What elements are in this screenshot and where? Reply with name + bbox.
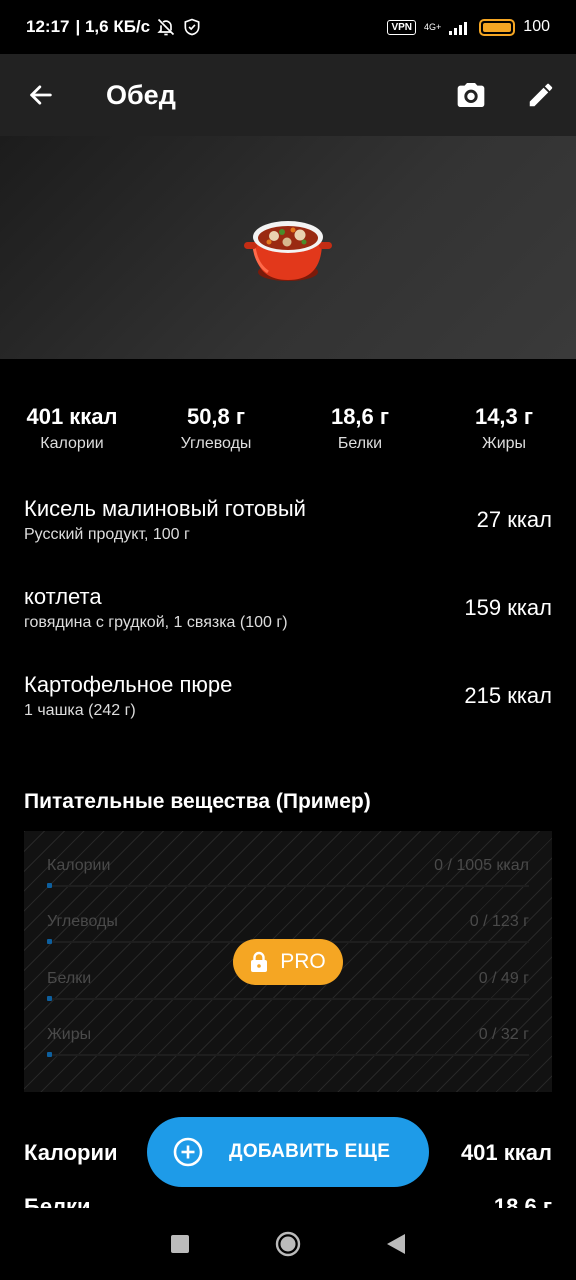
app-bar: Обед bbox=[0, 54, 576, 136]
food-calories: 215 ккал bbox=[464, 683, 552, 708]
camera-button[interactable] bbox=[436, 54, 506, 136]
meal-image bbox=[0, 136, 576, 359]
status-right: VPN 4G+ 100 bbox=[387, 18, 550, 36]
nutrient-row-fat: Жиры 0 / 32 г bbox=[47, 1026, 529, 1066]
status-left: 12:17 | 1,6 КБ/с bbox=[26, 17, 202, 37]
food-item[interactable]: Картофельное пюре 1 чашка (242 г) 215 кк… bbox=[24, 672, 552, 720]
page-title: Обед bbox=[106, 79, 176, 110]
nutrient-label: Калории bbox=[47, 857, 111, 874]
battery-percent: 100 bbox=[523, 18, 550, 35]
network-type: 4G+ bbox=[424, 21, 442, 32]
pro-unlock-button[interactable]: PRO bbox=[233, 939, 343, 985]
macro-label: Белки bbox=[337, 435, 383, 452]
nutrient-progress-fill bbox=[47, 883, 52, 888]
macro-label: Углеводы bbox=[180, 435, 252, 452]
nutrient-value: 0 / 49 г bbox=[478, 970, 529, 987]
macro-carbs: 50,8 г Углеводы bbox=[144, 404, 288, 453]
food-description: говядина с грудкой, 1 связка (100 г) bbox=[24, 614, 288, 631]
macro-value: 14,3 г bbox=[474, 404, 534, 429]
system-nav-bar bbox=[0, 1208, 576, 1280]
macros-summary: 401 ккал Калории 50,8 г Углеводы 18,6 г … bbox=[0, 404, 576, 453]
nutrient-value: 0 / 1005 ккал bbox=[434, 857, 529, 874]
nutrient-progress-track bbox=[47, 885, 529, 887]
home-button[interactable] bbox=[275, 1231, 301, 1257]
pencil-icon bbox=[529, 83, 553, 107]
nutrient-value: 0 / 32 г bbox=[478, 1026, 529, 1043]
nutrient-label: Жиры bbox=[47, 1026, 92, 1043]
macro-label: Калории bbox=[40, 435, 104, 452]
food-calories: 159 ккал bbox=[464, 595, 552, 620]
camera-icon bbox=[457, 83, 485, 107]
lock-icon bbox=[251, 951, 268, 972]
pro-label: PRO bbox=[280, 950, 326, 973]
macro-calories: 401 ккал Калории bbox=[0, 404, 144, 453]
macro-protein: 18,6 г Белки bbox=[288, 404, 432, 453]
food-name: Картофельное пюре bbox=[24, 672, 233, 697]
soup-pot-icon bbox=[244, 220, 332, 281]
battery-fill bbox=[483, 22, 512, 32]
summary-value: 401 ккал bbox=[460, 1140, 552, 1165]
shield-check-icon bbox=[184, 18, 200, 36]
food-name: Кисель малиновый готовый bbox=[24, 496, 306, 521]
macro-value: 50,8 г bbox=[186, 404, 246, 429]
macro-fat: 14,3 г Жиры bbox=[432, 404, 576, 453]
status-speed: | 1,6 КБ/с bbox=[75, 17, 151, 36]
macro-value: 18,6 г bbox=[330, 404, 390, 429]
summary-label: Калории bbox=[24, 1140, 118, 1165]
nutrient-label: Белки bbox=[47, 970, 92, 987]
food-name: котлета bbox=[24, 584, 102, 609]
nutrient-progress-fill bbox=[47, 996, 52, 1001]
food-calories: 27 ккал bbox=[476, 507, 552, 532]
arrow-back-icon bbox=[30, 85, 52, 105]
food-item[interactable]: котлета говядина с грудкой, 1 связка (10… bbox=[24, 584, 552, 632]
nutrient-progress-track bbox=[47, 998, 529, 1000]
vpn-badge: VPN bbox=[387, 19, 417, 35]
nutrient-progress-fill bbox=[47, 1052, 52, 1057]
bell-off-icon bbox=[157, 18, 175, 36]
signal-icon bbox=[449, 22, 468, 35]
status-time: 12:17 bbox=[26, 17, 70, 36]
add-more-label: ДОБАВИТЬ ЕЩЕ bbox=[229, 1141, 391, 1162]
plus-circle-icon bbox=[173, 1137, 203, 1167]
nutrients-section-title: Питательные вещества (Пример) bbox=[24, 790, 371, 813]
edit-button[interactable] bbox=[506, 54, 576, 136]
nutrient-label: Углеводы bbox=[47, 913, 118, 930]
food-text: котлета говядина с грудкой, 1 связка (10… bbox=[24, 584, 288, 632]
nutrient-progress-fill bbox=[47, 939, 52, 944]
back-nav-button[interactable] bbox=[387, 1234, 405, 1254]
food-text: Кисель малиновый готовый Русский продукт… bbox=[24, 496, 306, 544]
macro-value: 401 ккал bbox=[26, 404, 118, 429]
nutrient-value: 0 / 123 г bbox=[469, 913, 529, 930]
food-description: Русский продукт, 100 г bbox=[24, 526, 190, 543]
food-description: 1 чашка (242 г) bbox=[24, 702, 136, 719]
battery-icon bbox=[479, 18, 516, 36]
back-button[interactable] bbox=[0, 54, 82, 136]
recents-button[interactable] bbox=[171, 1235, 189, 1253]
nutrient-progress-track bbox=[47, 1054, 529, 1056]
food-item[interactable]: Кисель малиновый готовый Русский продукт… bbox=[24, 496, 552, 544]
add-more-button[interactable]: ДОБАВИТЬ ЕЩЕ bbox=[147, 1117, 429, 1187]
macro-label: Жиры bbox=[481, 435, 527, 452]
food-text: Картофельное пюре 1 чашка (242 г) bbox=[24, 672, 232, 720]
nutrient-row-calories: Калории 0 / 1005 ккал bbox=[47, 857, 529, 897]
status-bar: 12:17 | 1,6 КБ/с VPN 4G+ 100 bbox=[0, 0, 576, 54]
